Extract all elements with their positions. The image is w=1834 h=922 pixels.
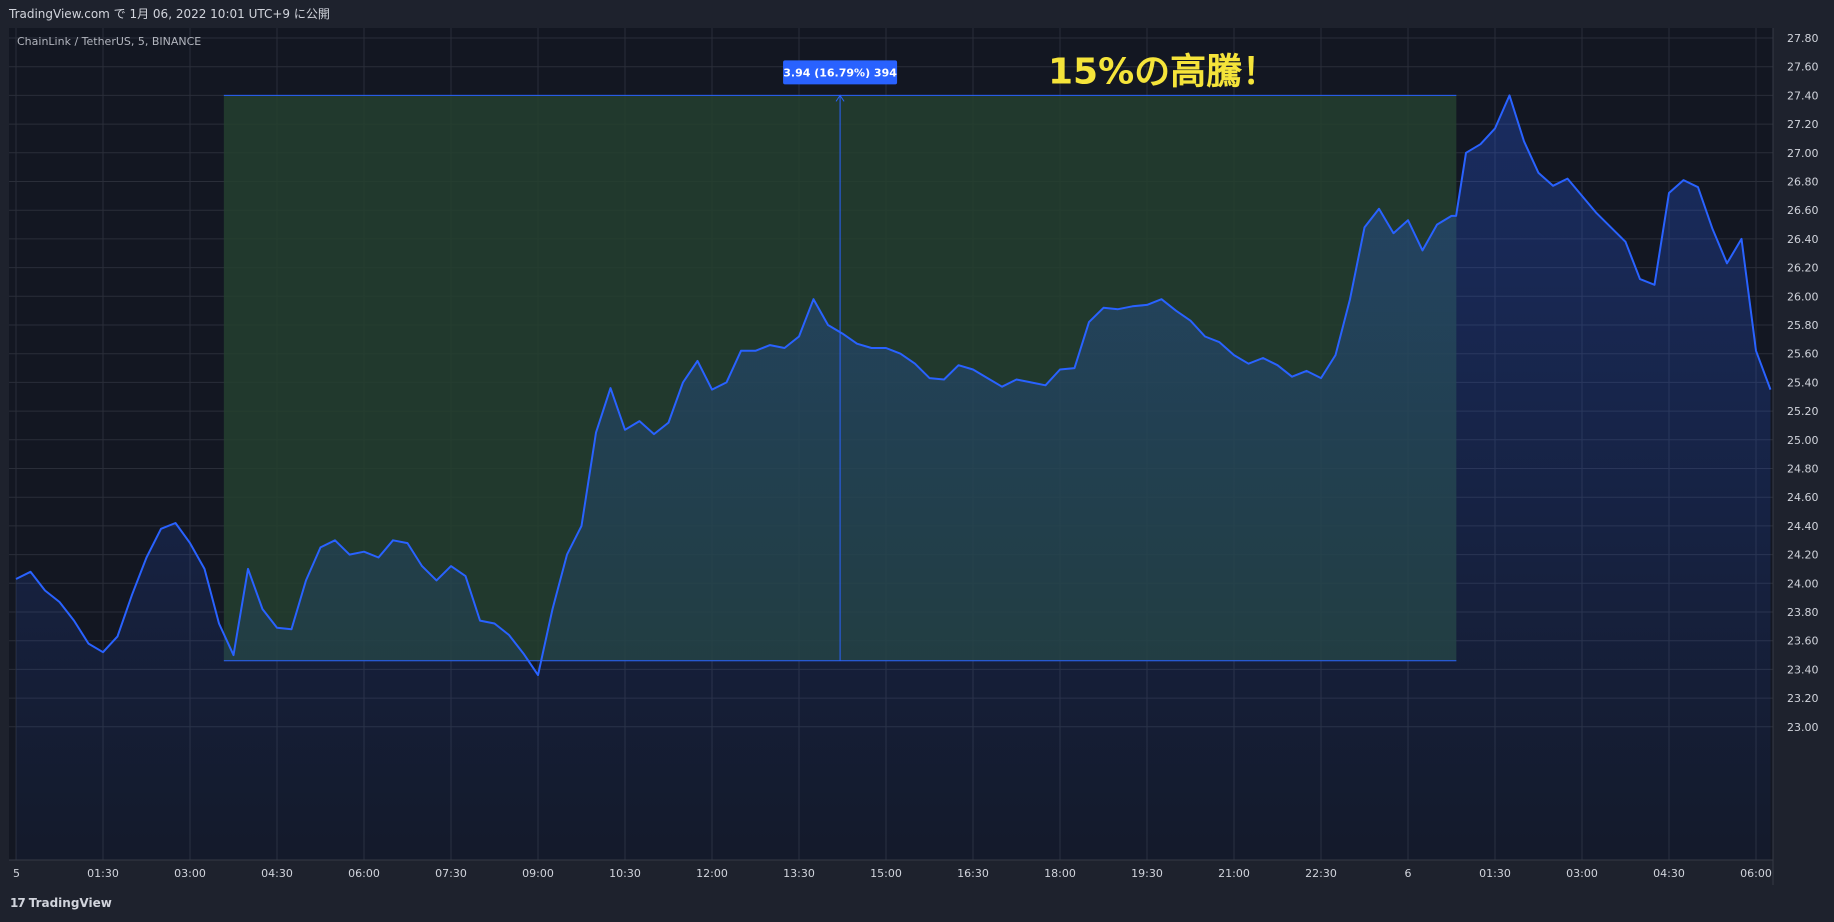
x-tick-label: 21:00 (1218, 867, 1250, 880)
tradingview-icon: 17 (10, 896, 26, 910)
footer-bar: 17 TradingView (0, 885, 1834, 922)
symbol-label: ChainLink / TetherUS, 5, BINANCE (17, 35, 201, 48)
x-tick-label: 13:30 (783, 867, 815, 880)
x-tick-label: 10:30 (609, 867, 641, 880)
x-tick-label: 16:30 (957, 867, 989, 880)
published-info: TradingView.com で 1月 06, 2022 10:01 UTC+… (9, 7, 330, 21)
x-tick-label: 5 (13, 867, 20, 880)
y-tick-label: 26.40 (1787, 233, 1819, 246)
y-tick-label: 25.60 (1787, 348, 1819, 361)
x-tick-label: 12:00 (696, 867, 728, 880)
x-tick-label: 15:00 (870, 867, 902, 880)
x-tick-label: 01:30 (1479, 867, 1511, 880)
measure-label-text: 3.94 (16.79%) 394 (783, 66, 897, 79)
y-tick-label: 26.20 (1787, 262, 1819, 275)
x-tick-label: 22:30 (1305, 867, 1337, 880)
y-tick-label: 25.20 (1787, 405, 1819, 418)
y-tick-label: 23.20 (1787, 692, 1819, 705)
y-tick-label: 25.00 (1787, 434, 1819, 447)
y-tick-label: 27.00 (1787, 147, 1819, 160)
y-tick-label: 27.80 (1787, 32, 1819, 45)
y-tick-label: 24.00 (1787, 577, 1819, 590)
x-tick-label: 07:30 (435, 867, 467, 880)
x-tick-label: 01:30 (87, 867, 119, 880)
y-tick-label: 27.20 (1787, 118, 1819, 131)
y-tick-label: 23.40 (1787, 663, 1819, 676)
tradingview-logo[interactable]: 17 TradingView (10, 896, 112, 910)
chart-area[interactable]: 3.94 (16.79%) 394 15%の高騰！ ChainLink / Te… (0, 28, 1834, 885)
y-tick-label: 23.80 (1787, 606, 1819, 619)
y-tick-label: 25.40 (1787, 376, 1819, 389)
x-tick-label: 03:00 (174, 867, 206, 880)
price-axis[interactable]: 27.80 27.60 27.40 27.20 27.00 26.80 26.60 26.40… (1787, 32, 1819, 734)
y-tick-label: 27.40 (1787, 89, 1819, 102)
x-tick-label: 09:00 (522, 867, 554, 880)
y-tick-label: 24.40 (1787, 520, 1819, 533)
x-tick-label: 19:30 (1131, 867, 1163, 880)
y-tick-label: 24.60 (1787, 491, 1819, 504)
y-tick-label: 23.60 (1787, 635, 1819, 648)
x-tick-label: 04:30 (1653, 867, 1685, 880)
y-tick-label: 27.60 (1787, 61, 1819, 74)
price-chart[interactable]: 3.94 (16.79%) 394 15%の高騰！ ChainLink / Te… (0, 28, 1834, 885)
annotation-text: 15%の高騰！ (1048, 51, 1278, 92)
y-tick-label: 23.00 (1787, 721, 1819, 734)
y-tick-label: 26.80 (1787, 176, 1819, 189)
x-tick-label: 6 (1405, 867, 1412, 880)
measure-label: 3.94 (16.79%) 394 (783, 60, 897, 85)
published-header: TradingView.com で 1月 06, 2022 10:01 UTC+… (0, 0, 1834, 28)
y-tick-label: 26.60 (1787, 204, 1819, 217)
y-tick-label: 25.80 (1787, 319, 1819, 332)
x-tick-label: 06:00 (1740, 867, 1772, 880)
y-tick-label: 24.80 (1787, 463, 1819, 476)
time-axis[interactable]: 5 01:30 03:00 04:30 06:00 07:30 09:00 10:30 12:0… (13, 867, 1772, 880)
x-tick-label: 18:00 (1044, 867, 1076, 880)
x-tick-label: 04:30 (261, 867, 293, 880)
y-tick-label: 24.20 (1787, 549, 1819, 562)
brand-name: TradingView (28, 896, 112, 910)
x-tick-label: 03:00 (1566, 867, 1598, 880)
x-tick-label: 06:00 (348, 867, 380, 880)
y-tick-label: 26.00 (1787, 290, 1819, 303)
